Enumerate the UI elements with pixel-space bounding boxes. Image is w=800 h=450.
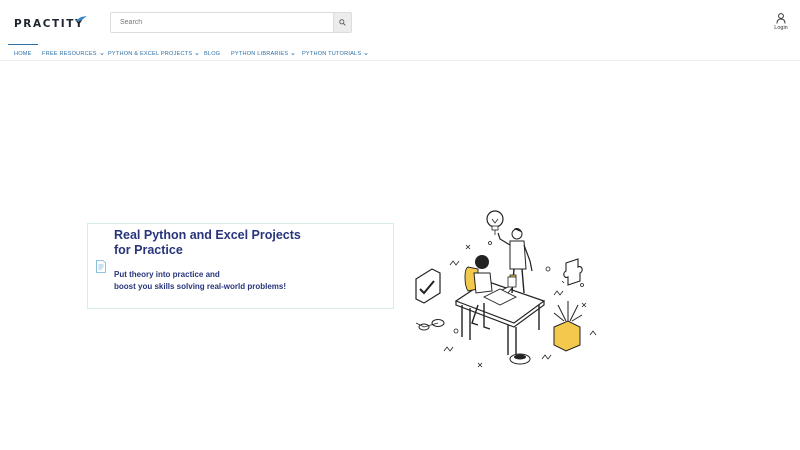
hero-subtitle: Put theory into practice and boost you s… [114,269,344,292]
search-icon [339,19,346,26]
nav-item-label: HOME [14,50,32,57]
nav-item-label: PYTHON LIBRARIES [231,50,289,57]
logo-bird-icon [75,16,87,21]
coffee-cup-icon [507,276,517,288]
search-bar [110,12,352,33]
hero-title: Real Python and Excel Projects for Pract… [114,228,314,257]
main-nav: HOME FREE RESOURCES PYTHON & EXCEL PROJE… [0,45,800,61]
lightbulb-icon [486,210,504,235]
user-icon [776,13,786,24]
chevron-down-icon [291,52,295,55]
hero-subtitle-line: boost you skills solving real-world prob… [114,281,287,291]
hero-illustration [415,210,597,368]
checkmark-screen-icon [415,268,441,304]
nav-item-python-tutorials[interactable]: PYTHON TUTORIALS [302,47,368,60]
nav-item-label: PYTHON TUTORIALS [302,50,362,57]
nav-item-label: BLOG [204,50,221,57]
nav-item-free-resources[interactable]: FREE RESOURCES [42,47,104,60]
document-icon [96,260,106,273]
nav-item-home[interactable]: HOME [14,47,32,60]
chevron-down-icon [100,52,104,55]
login-label: Login [774,25,788,31]
hero-title-line: for Practice [114,242,183,257]
plant-icon [553,301,583,352]
nav-item-label: FREE RESOURCES [42,50,97,57]
nav-item-python-excel-projects[interactable]: PYTHON & EXCEL PROJECTS [108,47,199,60]
hero-subtitle-line: Put theory into practice and [114,270,220,279]
nav-item-label: PYTHON & EXCEL PROJECTS [108,50,193,57]
login-button[interactable]: Login [770,13,792,35]
hero-title-line: Real Python and Excel Projects [114,228,301,242]
search-input[interactable] [111,13,333,32]
chevron-down-icon [195,52,199,55]
puzzle-icon [563,258,583,286]
site-header: PRACTITY Login [0,0,800,45]
chevron-down-icon [364,52,368,55]
search-button[interactable] [333,13,351,32]
site-logo[interactable]: PRACTITY [14,14,87,34]
nav-active-indicator [8,44,38,45]
nav-item-blog[interactable]: BLOG [204,47,220,60]
nav-item-python-libraries[interactable]: PYTHON LIBRARIES [231,47,295,60]
